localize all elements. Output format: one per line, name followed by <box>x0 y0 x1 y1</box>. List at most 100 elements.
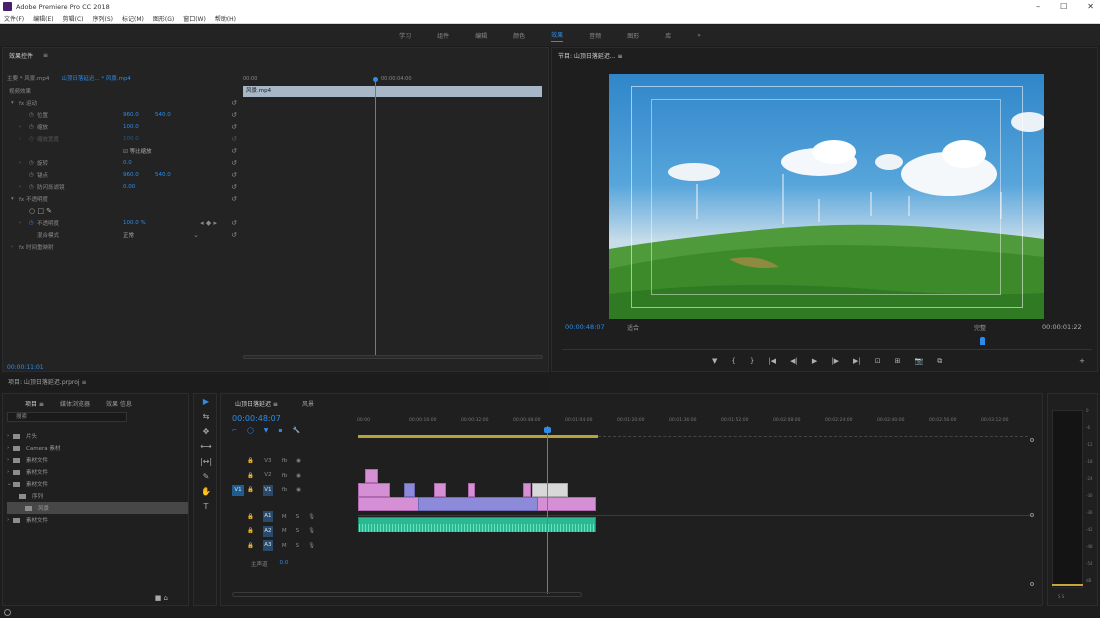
source-clip-label[interactable]: 主要 * 风景.mp4 <box>7 74 49 84</box>
voice-over-icon[interactable]: 🎙 <box>308 528 315 534</box>
solo-icon[interactable]: S <box>296 543 300 549</box>
scale-width-value[interactable]: 100.0 <box>123 136 139 142</box>
project-footer-icons[interactable]: ■ ⌂ <box>155 594 168 602</box>
video-clip[interactable] <box>468 483 475 497</box>
reset-icon[interactable]: ↺ <box>231 147 237 155</box>
voice-over-icon[interactable]: 🎙 <box>308 514 315 520</box>
export-frame-icon[interactable]: 📷 <box>914 357 923 366</box>
lift-icon[interactable]: ⊡ <box>875 357 881 366</box>
expand-icon[interactable]: › <box>19 136 21 142</box>
tab-sequence-main[interactable]: 山顶日落延迟 ≡ <box>235 399 278 408</box>
reset-icon[interactable]: ↺ <box>231 111 237 119</box>
go-to-in-icon[interactable]: |◀ <box>768 357 776 366</box>
snap-icon[interactable]: ◯ <box>247 427 254 434</box>
expand-icon[interactable]: › <box>19 220 21 226</box>
expand-icon[interactable]: › <box>19 160 21 166</box>
tab-project[interactable]: 项目 ≡ <box>25 399 44 408</box>
step-back-icon[interactable]: ◀| <box>790 357 798 366</box>
lock-icon[interactable]: 🔒 <box>247 514 254 520</box>
expand-icon[interactable]: ▾ <box>11 196 14 202</box>
reset-icon[interactable]: ↺ <box>231 183 237 191</box>
effect-timeline-scrollbar[interactable] <box>243 355 543 359</box>
reset-icon[interactable]: ↺ <box>231 171 237 179</box>
sequence-clip-label[interactable]: 山顶日落延迟... * 风景.mp4 <box>61 74 131 84</box>
list-item-selected[interactable]: 风景 <box>7 502 188 514</box>
mute-icon[interactable]: M <box>282 528 287 534</box>
chevron-down-icon[interactable]: ⌄ <box>193 231 199 239</box>
lock-icon[interactable]: 🔒 <box>247 473 254 479</box>
play-icon[interactable]: ▶ <box>812 357 817 366</box>
menu-clip[interactable]: 剪辑(C) <box>63 14 84 23</box>
stopwatch-icon[interactable]: ◷ <box>29 184 34 190</box>
effect-row-opacity[interactable]: › ◷ 不透明度 100.0 % ◂ ◆ ▸ ↺ <box>7 217 239 229</box>
linked-selection-icon[interactable]: ▼ <box>264 427 269 434</box>
video-audio-divider[interactable] <box>358 515 1030 516</box>
master-volume-value[interactable]: 0.0 <box>280 560 289 568</box>
title-clip[interactable] <box>532 483 568 497</box>
scale-value[interactable]: 100.0 <box>123 124 139 130</box>
work-area-bar[interactable] <box>358 435 598 438</box>
timeline-playhead[interactable] <box>547 426 548 594</box>
workspace-tab-graphics[interactable]: 图形 <box>627 31 639 40</box>
source-patch-v1[interactable]: V1 <box>232 484 244 496</box>
list-item[interactable]: › 素材文件 <box>7 466 188 478</box>
list-item[interactable]: › 素材文件 <box>7 454 188 466</box>
stopwatch-icon[interactable]: ◷ <box>29 112 34 118</box>
tab-effects-info[interactable]: 效果 信息 <box>106 399 132 408</box>
menu-sequence[interactable]: 序列(S) <box>93 14 114 23</box>
reset-icon[interactable]: ↺ <box>231 135 237 143</box>
effect-timeline-ruler[interactable]: 00:00 00:00:04:00 <box>241 76 543 86</box>
workspace-tab-audio[interactable]: 音频 <box>589 31 601 40</box>
stopwatch-icon[interactable]: ◷ <box>29 160 34 166</box>
maximize-button[interactable]: ☐ <box>1060 2 1067 11</box>
master-track-header[interactable]: 主声道 0.0 <box>251 560 288 568</box>
project-search-input[interactable]: 搜索 <box>7 412 127 422</box>
reset-icon[interactable]: ↺ <box>231 99 237 107</box>
workspace-tab-color[interactable]: 颜色 <box>513 31 525 40</box>
anchor-x-value[interactable]: 960.0 <box>123 172 139 178</box>
tab-program[interactable]: 节目: 山顶日落延迟... ≡ <box>558 51 623 60</box>
track-header-v3[interactable]: 🔒 V3 fb ◉ <box>245 454 355 469</box>
anchor-y-value[interactable]: 540.0 <box>155 172 171 178</box>
effect-row-opacity-group[interactable]: ▾ fx 不透明度 ↺ <box>7 193 239 205</box>
effect-row-anchor[interactable]: ◷ 锚点 960.0 540.0 ↺ <box>7 169 239 181</box>
opacity-value[interactable]: 100.0 % <box>123 220 146 226</box>
razor-tool-icon[interactable]: ⟷ <box>194 439 218 454</box>
tab-sequence-landscape[interactable]: 风景 <box>302 399 314 408</box>
stopwatch-icon[interactable]: ◷ <box>29 136 34 142</box>
solo-icon[interactable]: S <box>296 528 300 534</box>
solo-buttons[interactable]: S S <box>1058 594 1064 599</box>
program-video-frame[interactable] <box>609 74 1044 319</box>
position-y-value[interactable]: 540.0 <box>155 112 171 118</box>
program-timecode[interactable]: 00:00:48:07 <box>565 323 605 331</box>
effect-row-uniform-scale[interactable]: ☑ 等比缩放 ↺ <box>7 145 239 157</box>
audio-clip[interactable] <box>358 517 596 532</box>
list-item[interactable]: › Camera 素材 <box>7 442 188 454</box>
video-clip[interactable] <box>365 469 378 483</box>
stopwatch-icon[interactable]: ◷ <box>29 124 34 130</box>
menu-graphics[interactable]: 图形(G) <box>153 14 174 23</box>
lock-icon[interactable]: 🔒 <box>247 528 254 534</box>
sync-lock-icon[interactable]: fb <box>282 473 287 479</box>
solo-icon[interactable]: S <box>296 514 300 520</box>
reset-icon[interactable]: ↺ <box>231 231 237 239</box>
mark-out-icon[interactable]: } <box>750 357 754 366</box>
video-clip[interactable] <box>434 483 446 497</box>
expand-icon[interactable]: › <box>19 184 21 190</box>
workspace-tab-learn[interactable]: 学习 <box>399 31 411 40</box>
workspace-more-button[interactable]: » <box>697 32 701 39</box>
button-editor-icon[interactable]: + <box>1079 357 1085 365</box>
workspace-tab-editing[interactable]: 编辑 <box>475 31 487 40</box>
mask-shape-icons[interactable]: ○ □ ✎ <box>29 207 52 215</box>
timeline-ruler[interactable]: 00:00 00:00:16:00 00:00:32:00 00:00:48:0… <box>357 418 1029 428</box>
mute-icon[interactable]: M <box>282 543 287 549</box>
effect-row-motion[interactable]: ▾ fx 运动 ↺ <box>7 97 239 109</box>
workspace-tab-assembly[interactable]: 组件 <box>437 31 449 40</box>
expand-icon[interactable]: › <box>11 244 13 250</box>
selection-tool-icon[interactable]: ▶ <box>194 394 218 409</box>
effect-row-blend-mode[interactable]: 混合模式 正常 ⌄ ↺ <box>7 229 239 241</box>
program-playhead[interactable] <box>980 337 985 345</box>
stopwatch-icon[interactable]: ◷ <box>29 220 34 226</box>
zoom-fit-dropdown[interactable]: 适合 <box>627 323 639 332</box>
effect-row-time-remap[interactable]: › fx 时间重映射 <box>7 241 239 253</box>
